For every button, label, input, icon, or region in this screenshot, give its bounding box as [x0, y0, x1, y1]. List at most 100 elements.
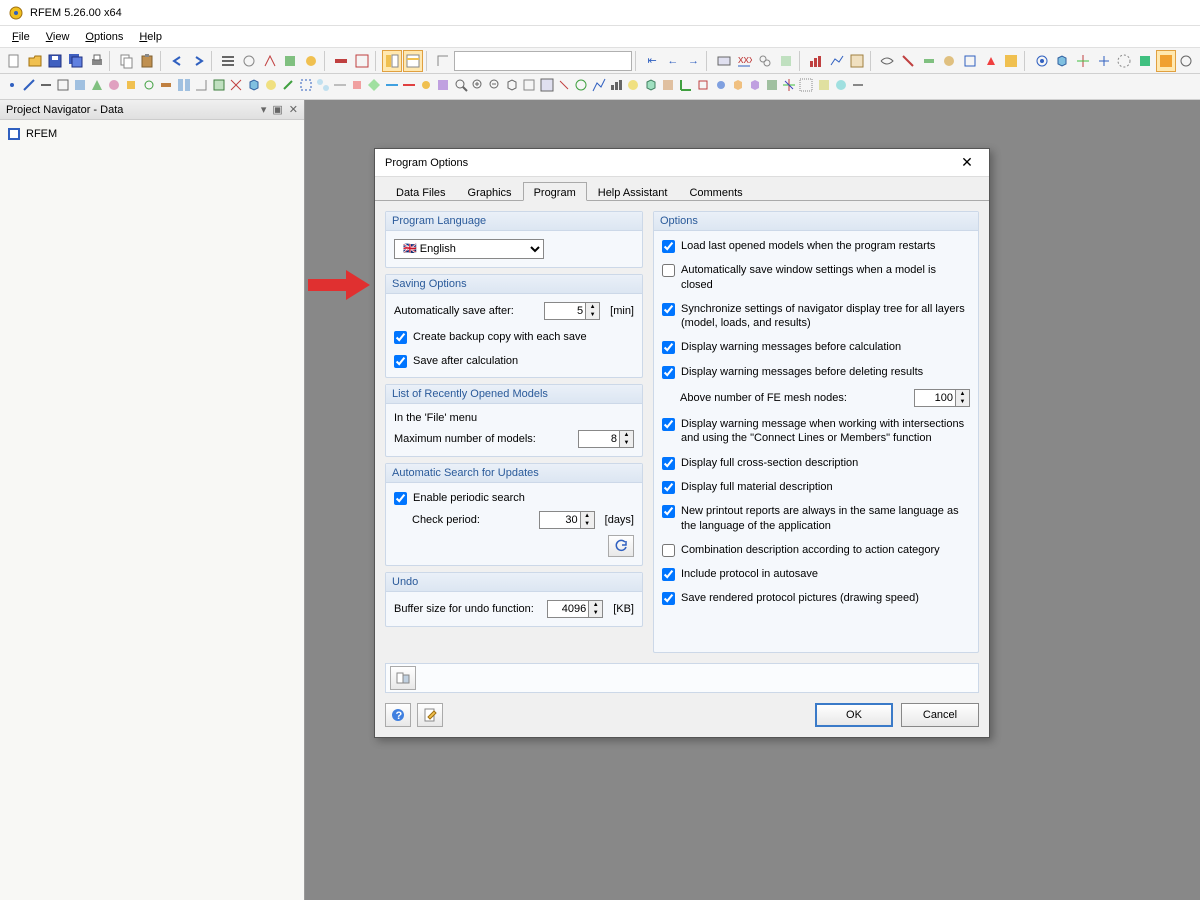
spin-up-icon[interactable]: ▲ [956, 390, 969, 398]
nav-root-item[interactable]: RFEM [4, 124, 300, 144]
tool-icon[interactable] [106, 77, 122, 96]
cube-icon[interactable] [747, 77, 763, 96]
tool-icon[interactable] [981, 50, 1001, 72]
view-toggle-2[interactable] [403, 50, 423, 72]
tool-icon[interactable] [573, 77, 589, 96]
tool-icon[interactable] [1094, 50, 1114, 72]
sync-nav-checkbox[interactable] [662, 303, 675, 316]
footer-icon-button[interactable] [390, 666, 416, 690]
warn-calc-checkbox[interactable] [662, 341, 675, 354]
dropdown-icon[interactable]: ▾ [261, 103, 267, 116]
copy-icon[interactable] [117, 50, 137, 72]
tab-help-assistant[interactable]: Help Assistant [587, 182, 679, 201]
zoom-out-icon[interactable] [487, 77, 503, 96]
zoom-in-icon[interactable] [470, 77, 486, 96]
tool-icon[interactable] [435, 77, 451, 96]
tool-icon[interactable] [263, 77, 279, 96]
combo-desc-checkbox[interactable] [662, 544, 675, 557]
tool-icon[interactable] [798, 77, 814, 96]
tool-icon[interactable] [556, 77, 572, 96]
auto-save-input[interactable] [544, 302, 586, 320]
saveall-icon[interactable] [66, 50, 86, 72]
save-after-calc-checkbox[interactable] [394, 355, 407, 368]
zoom-icon[interactable] [453, 77, 469, 96]
tool-icon[interactable] [298, 77, 314, 96]
max-models-input[interactable] [578, 430, 620, 448]
tool-icon[interactable] [755, 50, 775, 72]
tool-icon[interactable] [781, 77, 797, 96]
close-icon[interactable]: ✕ [289, 103, 298, 116]
tool-icon[interactable] [193, 77, 209, 96]
menu-options[interactable]: Options [77, 28, 131, 46]
spin-down-icon[interactable]: ▼ [956, 398, 969, 406]
tool-icon[interactable] [352, 50, 372, 72]
tool-icon[interactable] [940, 50, 960, 72]
check-period-spinner[interactable]: ▲▼ [539, 511, 595, 529]
tool-icon[interactable] [260, 50, 280, 72]
edit-defaults-button[interactable] [417, 703, 443, 727]
backup-checkbox[interactable] [394, 331, 407, 344]
tool-icon[interactable] [1115, 50, 1135, 72]
pin-icon[interactable]: ▣ [272, 103, 282, 116]
tool-icon[interactable] [401, 77, 417, 96]
spin-down-icon[interactable]: ▼ [589, 609, 602, 617]
tool-icon[interactable] [850, 77, 866, 96]
toolbar-combo[interactable] [454, 51, 632, 71]
tool-icon[interactable] [776, 50, 796, 72]
undo-icon[interactable] [168, 50, 188, 72]
cancel-button[interactable]: Cancel [901, 703, 979, 727]
spin-up-icon[interactable]: ▲ [620, 431, 633, 439]
tool-icon[interactable] [764, 77, 780, 96]
tool-icon[interactable] [660, 77, 676, 96]
paste-icon[interactable] [138, 50, 158, 72]
tool-icon[interactable] [816, 77, 832, 96]
print-icon[interactable] [87, 50, 107, 72]
tool-icon[interactable] [21, 77, 37, 96]
tool-icon[interactable] [158, 77, 174, 96]
tool-icon[interactable] [898, 50, 918, 72]
check-period-input[interactable] [539, 511, 581, 529]
tool-icon[interactable] [1177, 50, 1197, 72]
tool-icon[interactable] [714, 50, 734, 72]
tool-icon[interactable] [239, 50, 259, 72]
tool-icon[interactable] [123, 77, 139, 96]
spin-up-icon[interactable]: ▲ [586, 303, 599, 311]
max-models-spinner[interactable]: ▲▼ [578, 430, 634, 448]
save-rendered-checkbox[interactable] [662, 592, 675, 605]
menu-file[interactable]: File [4, 28, 38, 46]
cube-icon[interactable] [504, 77, 520, 96]
warn-intersect-checkbox[interactable] [662, 418, 675, 431]
tool-icon[interactable] [384, 77, 400, 96]
tab-data-files[interactable]: Data Files [385, 182, 457, 201]
tool-icon[interactable] [1135, 50, 1155, 72]
tool-icon[interactable] [919, 50, 939, 72]
tool-icon[interactable] [315, 77, 331, 96]
tool-icon[interactable] [301, 50, 321, 72]
tool-icon[interactable] [349, 77, 365, 96]
tool-icon[interactable] [833, 77, 849, 96]
tool-icon[interactable] [960, 50, 980, 72]
tool-icon[interactable] [4, 77, 20, 96]
tool-icon[interactable] [89, 77, 105, 96]
ok-button[interactable]: OK [815, 703, 893, 727]
mesh-input[interactable] [914, 389, 956, 407]
help-button[interactable]: ? [385, 703, 411, 727]
chart-icon[interactable] [806, 50, 826, 72]
load-last-checkbox[interactable] [662, 240, 675, 253]
tool-icon[interactable] [625, 77, 641, 96]
tab-program[interactable]: Program [523, 182, 587, 201]
tool-icon[interactable] [608, 77, 624, 96]
nav-first-icon[interactable]: ⇤ [642, 50, 662, 72]
save-icon[interactable] [45, 50, 65, 72]
cube-icon[interactable] [1053, 50, 1073, 72]
include-protocol-checkbox[interactable] [662, 568, 675, 581]
tool-icon[interactable] [228, 77, 244, 96]
tool-icon[interactable] [332, 50, 352, 72]
tool-icon[interactable] [1002, 50, 1022, 72]
warn-delete-checkbox[interactable] [662, 366, 675, 379]
tab-graphics[interactable]: Graphics [457, 182, 523, 201]
tool-icon[interactable] [38, 77, 54, 96]
redo-icon[interactable] [188, 50, 208, 72]
cube-icon[interactable] [643, 77, 659, 96]
chart-icon[interactable] [827, 50, 847, 72]
